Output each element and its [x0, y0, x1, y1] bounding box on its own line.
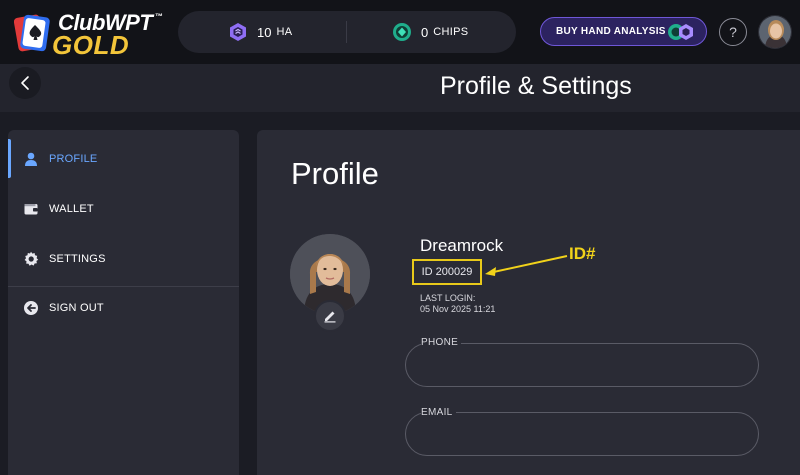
sidebar-item-label: PROFILE: [49, 152, 98, 165]
buy-hand-analysis-button[interactable]: BUY HAND ANALYSIS: [540, 17, 707, 46]
page-title: Profile & Settings: [440, 72, 632, 100]
email-field[interactable]: [405, 412, 759, 456]
sidebar-item-label: SIGN OUT: [49, 301, 104, 314]
edit-avatar-button[interactable]: [314, 300, 346, 332]
ha-unit: HA: [276, 26, 293, 38]
phone-label: PHONE: [421, 337, 462, 348]
email-label: EMAIL: [421, 407, 456, 418]
chevron-left-icon: [21, 76, 29, 90]
logo-card-icon: [14, 14, 50, 52]
id-annotation-label: ID#: [569, 244, 596, 263]
last-login-value: 05 Nov 2025 11:21: [420, 304, 496, 314]
profile-panel: Profile Dreamrock ID 200029 ID# LAST LOG…: [257, 130, 800, 475]
hand-analysis-tokens-icon: [668, 24, 693, 40]
page-header: Profile & Settings: [0, 64, 800, 112]
user-icon: [25, 152, 37, 166]
email-input[interactable]: [406, 413, 758, 455]
wallet-icon: [24, 203, 38, 214]
ha-value: 10: [257, 24, 272, 40]
back-button[interactable]: [9, 67, 41, 99]
ha-balance[interactable]: 10 HA: [228, 11, 292, 53]
top-bar: ClubWPT ™ GOLD 10 HA 0 CHIPS BUY HAND AN…: [0, 0, 800, 64]
sidebar-item-sign-out[interactable]: SIGN OUT: [8, 283, 239, 332]
chips-token-icon: [393, 23, 411, 41]
chips-value: 0: [421, 24, 429, 40]
user-id-highlight: ID 200029: [412, 259, 482, 285]
sidebar-item-label: WALLET: [49, 202, 94, 215]
buy-hand-analysis-label: BUY HAND ANALYSIS: [556, 26, 666, 37]
active-indicator: [8, 139, 11, 178]
sign-out-icon: [24, 300, 38, 315]
pencil-icon: [324, 311, 336, 323]
phone-input[interactable]: [406, 344, 758, 386]
logo-gold-text: GOLD: [52, 30, 130, 60]
sidebar-item-wallet[interactable]: WALLET: [8, 184, 239, 233]
balance-bar: 10 HA 0 CHIPS: [178, 11, 516, 53]
sidebar-item-settings[interactable]: SETTINGS: [8, 234, 239, 283]
chips-balance[interactable]: 0 CHIPS: [392, 11, 468, 53]
logo-trademark: ™: [155, 12, 163, 21]
last-login-label: LAST LOGIN:: [420, 293, 476, 303]
help-button[interactable]: ?: [719, 18, 747, 46]
avatar-image: [759, 16, 791, 48]
sidebar-item-profile[interactable]: PROFILE: [8, 134, 239, 183]
help-icon: ?: [729, 24, 737, 40]
user-id: ID 200029: [421, 266, 473, 278]
ha-token-icon: [230, 23, 246, 41]
chips-unit: CHIPS: [433, 26, 469, 38]
user-avatar-button[interactable]: [758, 15, 792, 49]
balance-divider: [346, 21, 347, 43]
sidebar-item-label: SETTINGS: [49, 252, 106, 265]
clubwpt-gold-logo[interactable]: ClubWPT ™ GOLD: [10, 6, 170, 60]
settings-sidebar: PROFILE WALLET SETTINGS SIGN OUT: [8, 130, 239, 475]
gear-icon: [24, 251, 39, 266]
profile-heading: Profile: [291, 156, 379, 191]
phone-field[interactable]: [405, 343, 759, 387]
